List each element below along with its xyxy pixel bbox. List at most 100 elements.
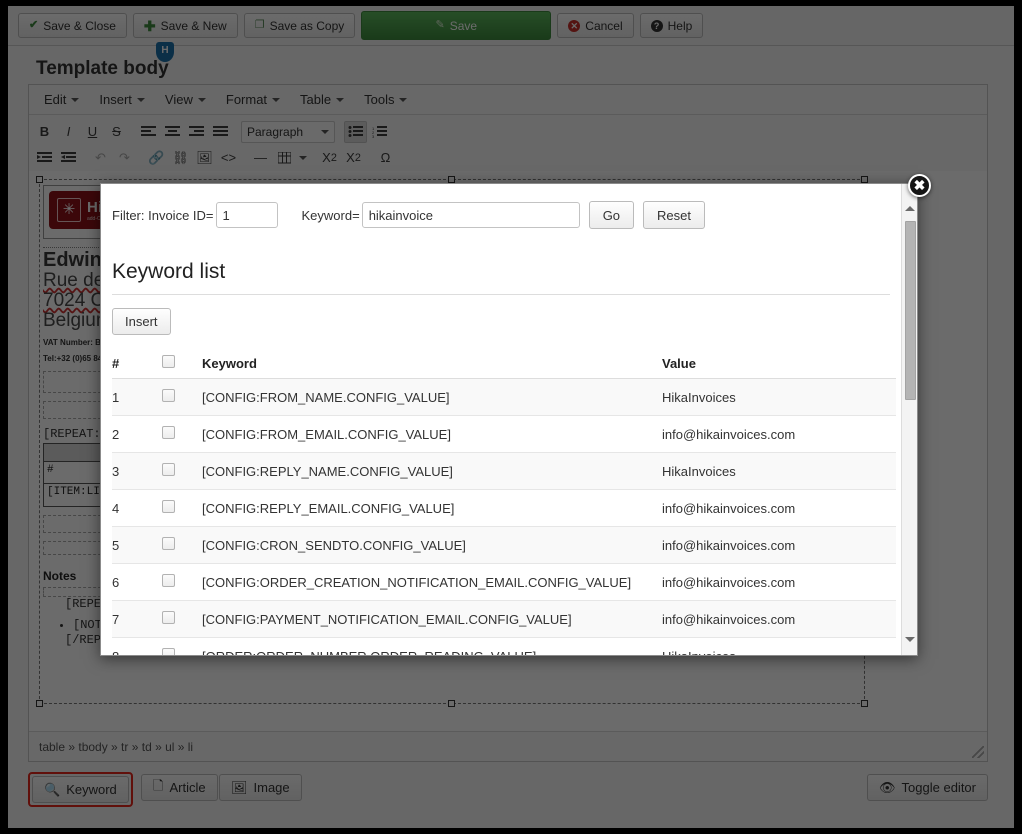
menu-tools[interactable]: Tools bbox=[355, 88, 416, 111]
row-checkbox[interactable] bbox=[162, 389, 175, 402]
bullet-list-icon[interactable] bbox=[344, 120, 367, 143]
menu-insert[interactable]: Insert bbox=[90, 88, 154, 111]
row-value: info@hikainvoices.com bbox=[662, 563, 896, 601]
table-row[interactable]: 3 [CONFIG:REPLY_NAME.CONFIG_VALUE] HikaI… bbox=[112, 452, 896, 490]
help-button[interactable]: ? Help bbox=[639, 13, 704, 38]
row-checkbox[interactable] bbox=[162, 574, 175, 587]
editor-statusbar: table » tbody » tr » td » ul » li bbox=[29, 731, 987, 761]
table-row[interactable]: 6 [CONFIG:ORDER_CREATION_NOTIFICATION_EM… bbox=[112, 563, 896, 601]
align-left-icon[interactable] bbox=[137, 121, 160, 143]
toggle-editor-button[interactable]: 👁 Toggle editor bbox=[867, 774, 988, 801]
row-value: info@hikainvoices.com bbox=[662, 489, 896, 527]
row-value: info@hikainvoices.com bbox=[662, 415, 896, 453]
insert-button[interactable]: Insert bbox=[112, 308, 171, 335]
table-row[interactable]: 2 [CONFIG:FROM_EMAIL.CONFIG_VALUE] info@… bbox=[112, 415, 896, 453]
subscript-icon[interactable]: X2 bbox=[318, 147, 341, 169]
bold-icon[interactable]: B bbox=[33, 121, 56, 143]
keyword-list-modal: Filter: Invoice ID= Keyword= Go Reset Ke… bbox=[100, 183, 918, 656]
save-new-button[interactable]: ✚ Save & New bbox=[132, 13, 238, 38]
menu-view[interactable]: View bbox=[156, 88, 215, 111]
row-value: HikaInvoices bbox=[662, 452, 896, 490]
table-row[interactable]: 7 [CONFIG:PAYMENT_NOTIFICATION_EMAIL.CON… bbox=[112, 600, 896, 638]
align-right-icon[interactable] bbox=[185, 121, 208, 143]
image-button[interactable]: 🖼 Image bbox=[219, 774, 302, 801]
undo-icon[interactable]: ↶ bbox=[89, 147, 112, 169]
copy-icon: ❐ bbox=[254, 19, 265, 31]
invoice-id-input[interactable] bbox=[215, 202, 278, 228]
scroll-down-arrow-icon[interactable] bbox=[902, 631, 917, 647]
keyword-filter-input[interactable] bbox=[361, 202, 580, 228]
unlink-icon[interactable]: ⛓ bbox=[169, 147, 192, 169]
go-button[interactable]: Go bbox=[588, 201, 635, 229]
help-label: Help bbox=[667, 18, 693, 33]
article-button[interactable]: 🗋 Article bbox=[141, 774, 218, 801]
table-row[interactable]: 4 [CONFIG:REPLY_EMAIL.CONFIG_VALUE] info… bbox=[112, 489, 896, 527]
menu-table[interactable]: Table bbox=[291, 88, 353, 111]
source-code-icon[interactable]: <> bbox=[217, 147, 240, 169]
row-keyword: [CONFIG:FROM_EMAIL.CONFIG_VALUE] bbox=[202, 415, 662, 453]
chevron-down-icon bbox=[399, 97, 408, 102]
align-center-icon[interactable] bbox=[161, 121, 184, 143]
resize-grip-icon[interactable] bbox=[972, 746, 984, 758]
link-icon[interactable]: 🔗 bbox=[145, 147, 168, 169]
cancel-button[interactable]: ✕ Cancel bbox=[557, 13, 634, 38]
table-row[interactable]: 8 [ORDER:ORDER_NUMBER.ORDER_READING_VALU… bbox=[112, 637, 896, 655]
row-keyword: [CONFIG:ORDER_CREATION_NOTIFICATION_EMAI… bbox=[202, 563, 662, 601]
row-checkbox[interactable] bbox=[162, 463, 175, 476]
resize-handle-bl[interactable] bbox=[36, 700, 43, 707]
format-select-value: Paragraph bbox=[247, 124, 304, 139]
resize-handle-tc[interactable] bbox=[448, 176, 455, 183]
numbered-list-icon[interactable]: 123 bbox=[368, 121, 391, 143]
menu-format-label: Format bbox=[225, 92, 268, 107]
table-row[interactable]: 5 [CONFIG:CRON_SENDTO.CONFIG_VALUE] info… bbox=[112, 526, 896, 564]
row-checkbox[interactable] bbox=[162, 500, 175, 513]
table-header-row: # Keyword Value bbox=[112, 351, 896, 379]
save-as-copy-button[interactable]: ❐ Save as Copy bbox=[243, 13, 356, 38]
superscript-icon[interactable]: X2 bbox=[342, 147, 365, 169]
modal-scrollbar[interactable] bbox=[901, 184, 917, 655]
close-icon[interactable]: ✖ bbox=[908, 174, 931, 197]
row-keyword: [CONFIG:REPLY_NAME.CONFIG_VALUE] bbox=[202, 452, 662, 490]
row-checkbox[interactable] bbox=[162, 611, 175, 624]
element-path-breadcrumb[interactable]: table » tbody » tr » td » ul » li bbox=[39, 740, 193, 754]
chevron-down-icon bbox=[197, 97, 206, 102]
outdent-icon[interactable] bbox=[33, 147, 56, 169]
row-checkbox[interactable] bbox=[162, 648, 175, 655]
format-select[interactable]: Paragraph bbox=[241, 120, 335, 143]
indent-icon[interactable] bbox=[57, 147, 80, 169]
save-button[interactable]: ✎ Save bbox=[361, 11, 552, 40]
image-icon[interactable]: 🖼 bbox=[193, 147, 216, 169]
horizontal-rule-icon[interactable]: — bbox=[249, 147, 272, 169]
save-close-button[interactable]: ✔ Save & Close bbox=[18, 13, 127, 38]
chevron-down-icon bbox=[136, 97, 145, 102]
reset-button[interactable]: Reset bbox=[643, 201, 705, 229]
menu-edit[interactable]: Edit bbox=[35, 88, 88, 111]
check-icon: ✔ bbox=[29, 19, 39, 31]
row-value: HikaInvoices bbox=[662, 637, 896, 655]
resize-handle-bc[interactable] bbox=[448, 700, 455, 707]
menu-format[interactable]: Format bbox=[217, 88, 289, 111]
strikethrough-icon[interactable]: S bbox=[105, 121, 128, 143]
help-icon: ? bbox=[650, 19, 663, 32]
align-justify-icon[interactable] bbox=[209, 121, 232, 143]
select-all-checkbox[interactable] bbox=[162, 355, 175, 368]
resize-handle-br[interactable] bbox=[861, 700, 868, 707]
picture-icon: 🖼 bbox=[231, 779, 248, 795]
row-keyword: [CONFIG:CRON_SENDTO.CONFIG_VALUE] bbox=[202, 526, 662, 564]
table-icon[interactable] bbox=[273, 147, 296, 169]
row-checkbox[interactable] bbox=[162, 537, 175, 550]
menu-view-label: View bbox=[164, 92, 193, 107]
underline-icon[interactable]: U bbox=[81, 121, 104, 143]
redo-icon[interactable]: ↷ bbox=[113, 147, 136, 169]
italic-icon[interactable]: I bbox=[57, 121, 80, 143]
table-row[interactable]: 1 [CONFIG:FROM_NAME.CONFIG_VALUE] HikaIn… bbox=[112, 378, 896, 416]
scrollbar-thumb[interactable] bbox=[905, 221, 916, 400]
row-checkbox[interactable] bbox=[162, 426, 175, 439]
table-dropdown-icon[interactable] bbox=[297, 147, 309, 169]
keyword-button[interactable]: 🔍 Keyword bbox=[32, 776, 129, 803]
scroll-up-arrow-icon[interactable] bbox=[902, 200, 917, 216]
filter-invoice-id-label: Filter: Invoice ID= bbox=[112, 207, 214, 223]
resize-handle-tr[interactable] bbox=[861, 176, 868, 183]
special-character-icon[interactable]: Ω bbox=[374, 147, 397, 169]
resize-handle-tl[interactable] bbox=[36, 176, 43, 183]
